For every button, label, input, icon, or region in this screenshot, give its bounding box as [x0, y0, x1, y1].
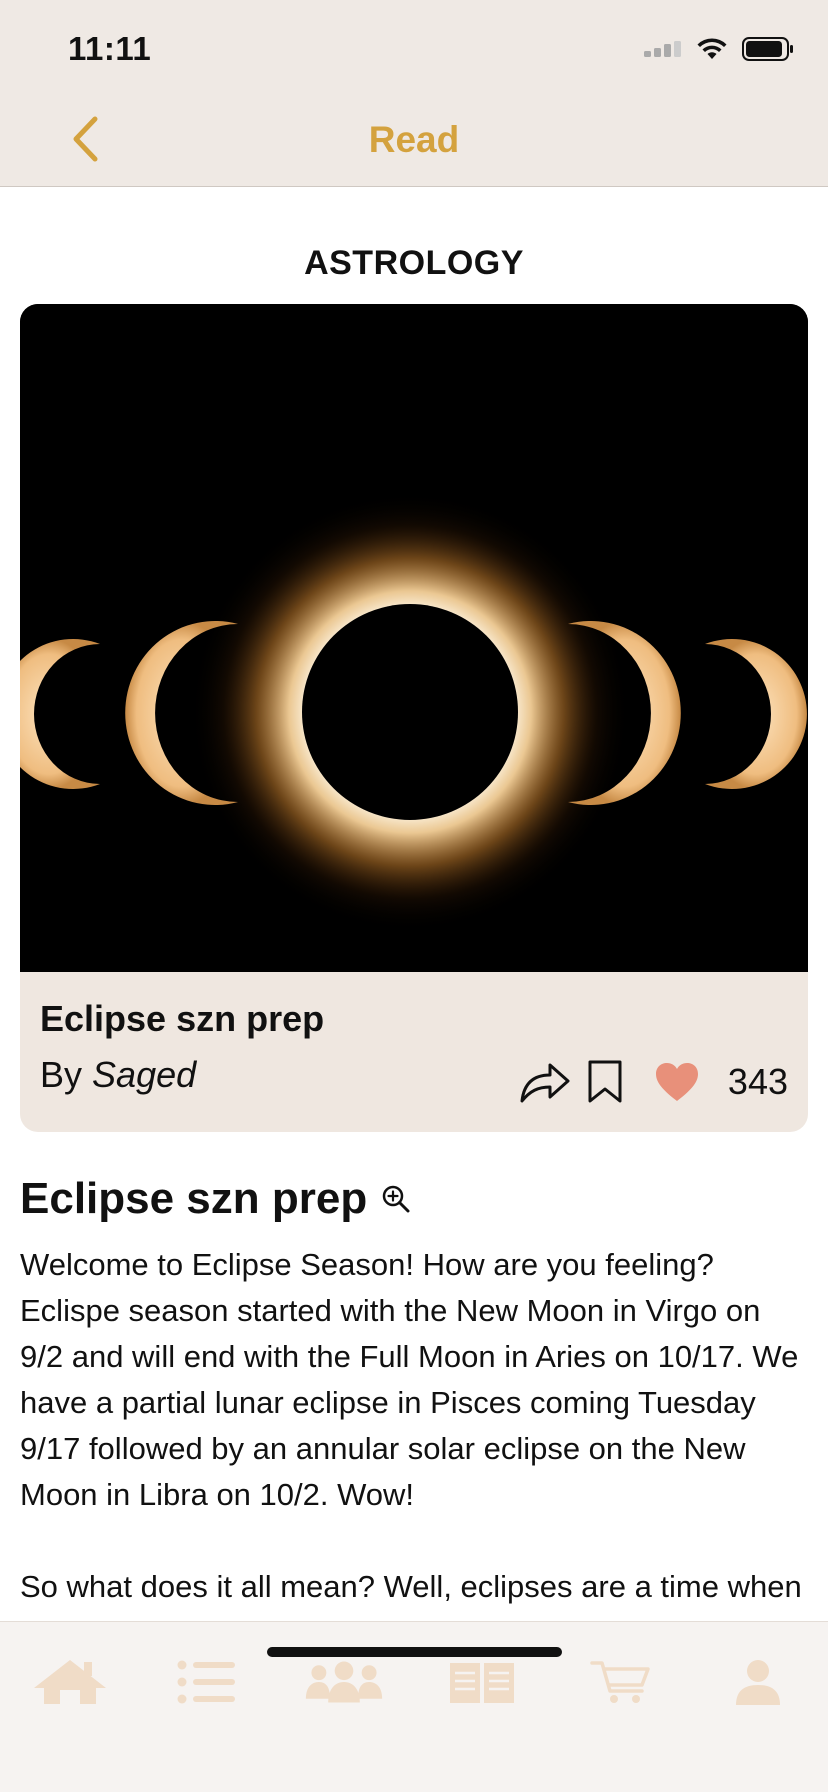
status-time: 11:11 [68, 30, 152, 67]
read-icon [450, 1663, 514, 1703]
tab-community[interactable] [304, 1654, 384, 1710]
article-card[interactable]: Eclipse szn prep By Saged 343 [20, 304, 808, 1132]
bookmark-icon[interactable] [586, 1059, 624, 1105]
eclipse-image [20, 304, 808, 972]
home-indicator [267, 1647, 562, 1657]
page-title: Read [368, 119, 460, 160]
home-icon [34, 1660, 106, 1704]
profile-icon [736, 1660, 780, 1705]
wifi-icon [697, 38, 727, 59]
article-category: ASTROLOGY [304, 244, 524, 282]
like-count: 343 [727, 1061, 788, 1102]
cart-icon [590, 1661, 650, 1703]
article-title: Eclipse szn prep [20, 1174, 411, 1224]
tab-read[interactable] [442, 1654, 522, 1710]
card-author: By Saged [40, 1054, 196, 1096]
article-paragraph: So what does it all mean? Well, eclipses… [20, 1569, 802, 1621]
card-info: Eclipse szn prep By Saged 343 [20, 972, 808, 1132]
cellular-signal-icon [644, 41, 681, 57]
author-name[interactable]: Saged [92, 1054, 196, 1095]
tab-home[interactable] [30, 1654, 110, 1710]
zoom-in-icon[interactable] [381, 1184, 411, 1214]
status-icons [644, 34, 794, 64]
article-scroll-view[interactable]: ASTROLOGY Eclipse szn prep By Saged 343 … [0, 189, 828, 1621]
heart-icon[interactable] [654, 1061, 700, 1103]
navigation-bar: Read [0, 95, 828, 187]
article-body: Welcome to Eclipse Season! How are you f… [20, 1242, 810, 1621]
community-icon [305, 1661, 383, 1703]
share-icon[interactable] [518, 1059, 572, 1105]
tab-list[interactable] [167, 1654, 247, 1710]
tab-profile[interactable] [718, 1654, 798, 1710]
tab-cart[interactable] [580, 1654, 660, 1710]
battery-icon [742, 37, 793, 61]
card-title: Eclipse szn prep [40, 998, 325, 1039]
card-actions: 343 [518, 1052, 788, 1112]
list-icon [177, 1660, 235, 1704]
status-bar: 11:11 [0, 0, 828, 95]
author-prefix: By [40, 1054, 83, 1095]
article-title-text: Eclipse szn prep [20, 1174, 368, 1223]
article-paragraph: Welcome to Eclipse Season! How are you f… [20, 1247, 799, 1512]
